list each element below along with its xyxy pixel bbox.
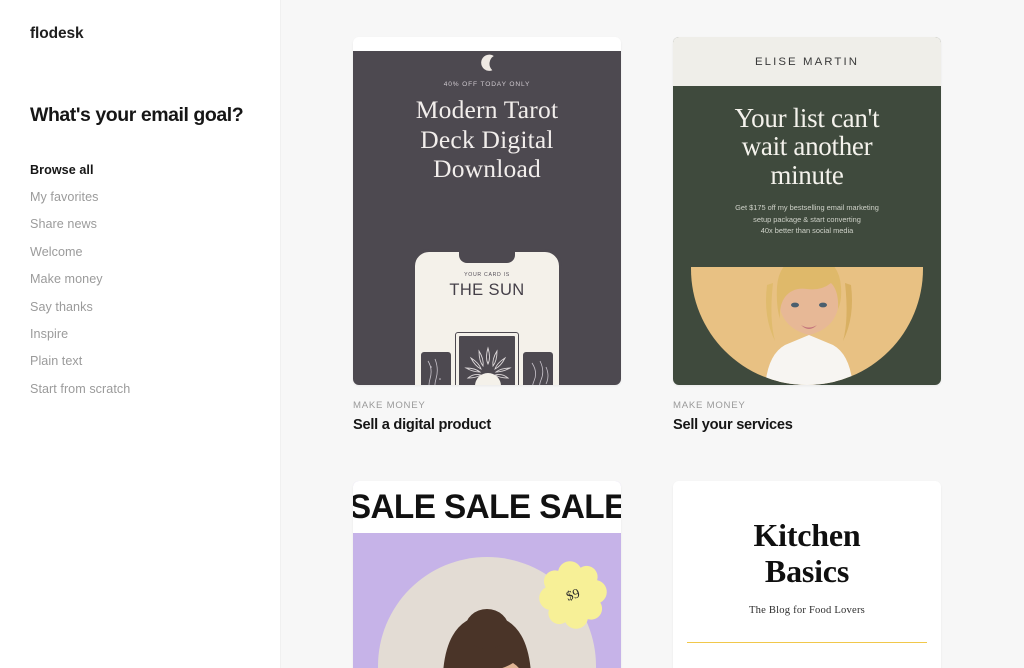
template-name: Sell a digital product bbox=[353, 417, 492, 433]
goal-filter-nav: Browse all My favorites Share news Welco… bbox=[30, 157, 250, 403]
phone-notch bbox=[459, 252, 515, 263]
template-thumbnail[interactable]: ELISE MARTIN Your list can't wait anothe… bbox=[673, 37, 941, 385]
woman-portrait-photo bbox=[765, 267, 853, 385]
sidebar: flodesk What's your email goal? Browse a… bbox=[0, 0, 281, 668]
kitchen-subtitle: The Blog for Food Lovers bbox=[748, 604, 866, 616]
phone-card-title: THE SUN bbox=[449, 281, 525, 299]
elise-body-text: Get $175 off my bestselling email market… bbox=[673, 202, 941, 236]
kitchen-divider bbox=[687, 641, 927, 644]
sidebar-item-welcome[interactable]: Welcome bbox=[30, 239, 250, 266]
tarot-card-sun-icon bbox=[455, 332, 519, 385]
sidebar-item-plain-text[interactable]: Plain text bbox=[30, 348, 250, 375]
elise-headline-line-1: Your list can't bbox=[734, 103, 880, 133]
sidebar-item-inspire[interactable]: Inspire bbox=[30, 321, 250, 348]
elise-headline-line-3: minute bbox=[770, 159, 844, 190]
elise-body-line-1: Get $175 off my bestselling email market… bbox=[735, 203, 879, 213]
elise-headline-line-2: wait another bbox=[741, 131, 873, 162]
tan-circle-backdrop bbox=[691, 267, 923, 385]
tarot-email-preview: 40% OFF TODAY ONLY Modern Tarot Deck Dig… bbox=[353, 51, 621, 385]
sidebar-item-start-from-scratch[interactable]: Start from scratch bbox=[30, 376, 250, 403]
tarot-headline: Modern Tarot Deck Digital Download bbox=[353, 95, 621, 184]
sidebar-item-share-news[interactable]: Share news bbox=[30, 211, 250, 238]
tarot-headline-line-2: Deck Digital bbox=[420, 124, 554, 154]
tarot-card-illustrations bbox=[415, 332, 559, 385]
elise-body-line-2: setup package & start converting bbox=[753, 214, 861, 224]
template-category: MAKE MONEY bbox=[353, 400, 426, 411]
phone-kicker: YOUR CARD IS bbox=[464, 272, 510, 278]
template-card[interactable]: ELISE MARTIN Your list can't wait anothe… bbox=[673, 37, 941, 433]
elise-photo-area bbox=[673, 267, 941, 385]
tarot-card-right-icon bbox=[523, 352, 553, 385]
template-category: MAKE MONEY bbox=[673, 400, 746, 411]
tarot-card-left-icon bbox=[421, 352, 451, 385]
sale-banner: SALE SALE SALE bbox=[353, 481, 621, 533]
elise-body-line-3: 40x better than social media bbox=[760, 225, 854, 235]
sale-email-preview: SALE SALE SALE $9 bbox=[353, 481, 621, 668]
tarot-headline-line-3: Download bbox=[433, 154, 541, 184]
sidebar-item-browse-all[interactable]: Browse all bbox=[30, 157, 250, 184]
template-thumbnail[interactable]: SALE SALE SALE $9 bbox=[353, 481, 621, 668]
template-card[interactable]: 40% OFF TODAY ONLY Modern Tarot Deck Dig… bbox=[353, 37, 621, 433]
price-badge-flower: $9 bbox=[532, 554, 613, 635]
template-grid-area: 40% OFF TODAY ONLY Modern Tarot Deck Dig… bbox=[281, 0, 1024, 668]
template-card[interactable]: Kitchen Basics The Blog for Food Lovers … bbox=[673, 481, 941, 668]
kitchen-title-line-1: Kitchen bbox=[753, 517, 861, 553]
sale-banner-text: SALE SALE SALE bbox=[353, 487, 621, 526]
sidebar-item-make-money[interactable]: Make money bbox=[30, 266, 250, 293]
template-thumbnail[interactable]: Kitchen Basics The Blog for Food Lovers … bbox=[673, 481, 941, 668]
crescent-moon-icon bbox=[476, 51, 498, 73]
kitchen-title-line-2: Basics bbox=[764, 552, 850, 589]
sidebar-item-my-favorites[interactable]: My favorites bbox=[30, 184, 250, 211]
kitchen-title: Kitchen Basics bbox=[673, 517, 941, 590]
template-gallery-page: flodesk What's your email goal? Browse a… bbox=[0, 0, 1024, 668]
template-grid: 40% OFF TODAY ONLY Modern Tarot Deck Dig… bbox=[281, 0, 1024, 668]
template-thumbnail[interactable]: 40% OFF TODAY ONLY Modern Tarot Deck Dig… bbox=[353, 37, 621, 385]
template-card[interactable]: SALE SALE SALE $9 bbox=[353, 481, 621, 668]
kitchen-email-preview: Kitchen Basics The Blog for Food Lovers … bbox=[673, 517, 941, 668]
elise-header-bar: ELISE MARTIN bbox=[673, 37, 941, 86]
elise-headline: Your list can't wait another minute bbox=[673, 104, 941, 189]
sidebar-item-say-thanks[interactable]: Say thanks bbox=[30, 293, 250, 320]
tarot-kicker: 40% OFF TODAY ONLY bbox=[443, 81, 531, 88]
flodesk-logo[interactable]: flodesk bbox=[30, 26, 250, 42]
tarot-headline-line-1: Modern Tarot bbox=[415, 95, 559, 124]
services-email-preview: ELISE MARTIN Your list can't wait anothe… bbox=[673, 37, 941, 385]
page-title: What's your email goal? bbox=[30, 103, 244, 126]
brand-name: ELISE MARTIN bbox=[754, 55, 860, 68]
phone-mockup: YOUR CARD IS THE SUN bbox=[412, 249, 562, 385]
template-name: Sell your services bbox=[673, 417, 793, 433]
